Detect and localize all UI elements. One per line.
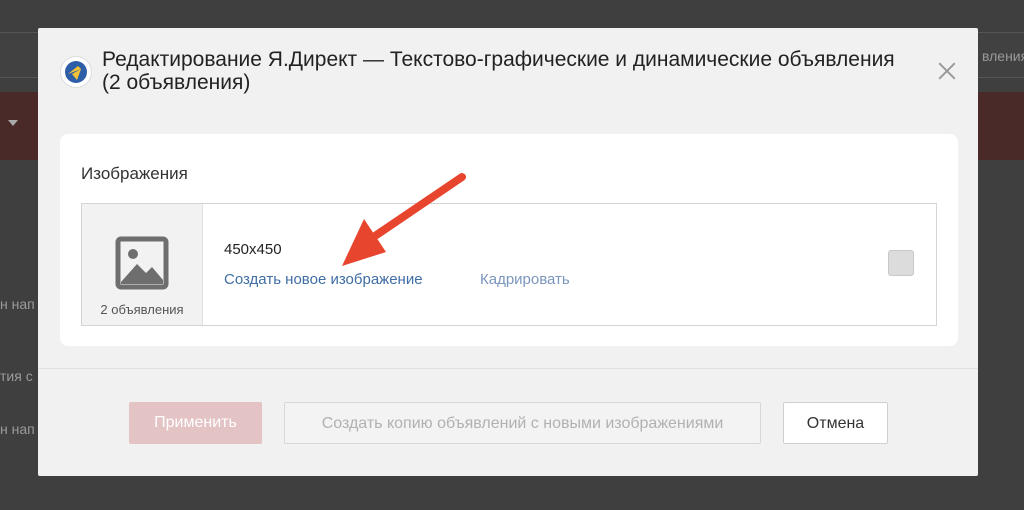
create-image-link[interactable]: Создать новое изображение bbox=[224, 271, 423, 288]
edit-dialog: Редактирование Я.Директ — Текстово-графи… bbox=[38, 28, 978, 476]
apply-button[interactable]: Применить bbox=[129, 402, 262, 444]
cancel-button[interactable]: Отмена bbox=[783, 402, 888, 444]
close-icon[interactable] bbox=[936, 60, 958, 82]
image-row: 2 объявления 450x450 Создать новое изобр… bbox=[81, 203, 937, 326]
background-text: вления bbox=[982, 48, 1024, 64]
section-title: Изображения bbox=[81, 164, 188, 183]
yandex-direct-logo-icon bbox=[60, 56, 92, 88]
crop-link[interactable]: Кадрировать bbox=[480, 271, 570, 288]
footer-divider bbox=[38, 368, 978, 369]
image-size: 450x450 bbox=[224, 241, 282, 258]
dialog-title: Редактирование Я.Директ — Текстово-графи… bbox=[102, 48, 895, 94]
image-thumbnail: 2 объявления bbox=[82, 204, 203, 325]
image-placeholder-icon bbox=[115, 236, 169, 290]
background-caret-icon bbox=[8, 120, 18, 126]
ads-count-caption: 2 объявления bbox=[100, 302, 184, 317]
create-copy-button[interactable]: Создать копию объявлений с новыми изобра… bbox=[284, 402, 761, 444]
background-text: н нап bbox=[0, 421, 35, 437]
image-checkbox[interactable] bbox=[888, 250, 914, 276]
background-text: тия с bbox=[0, 368, 33, 384]
background-text: н нап bbox=[0, 296, 35, 312]
images-panel: Изображения 2 объявления 450x450 Создать… bbox=[60, 134, 958, 346]
